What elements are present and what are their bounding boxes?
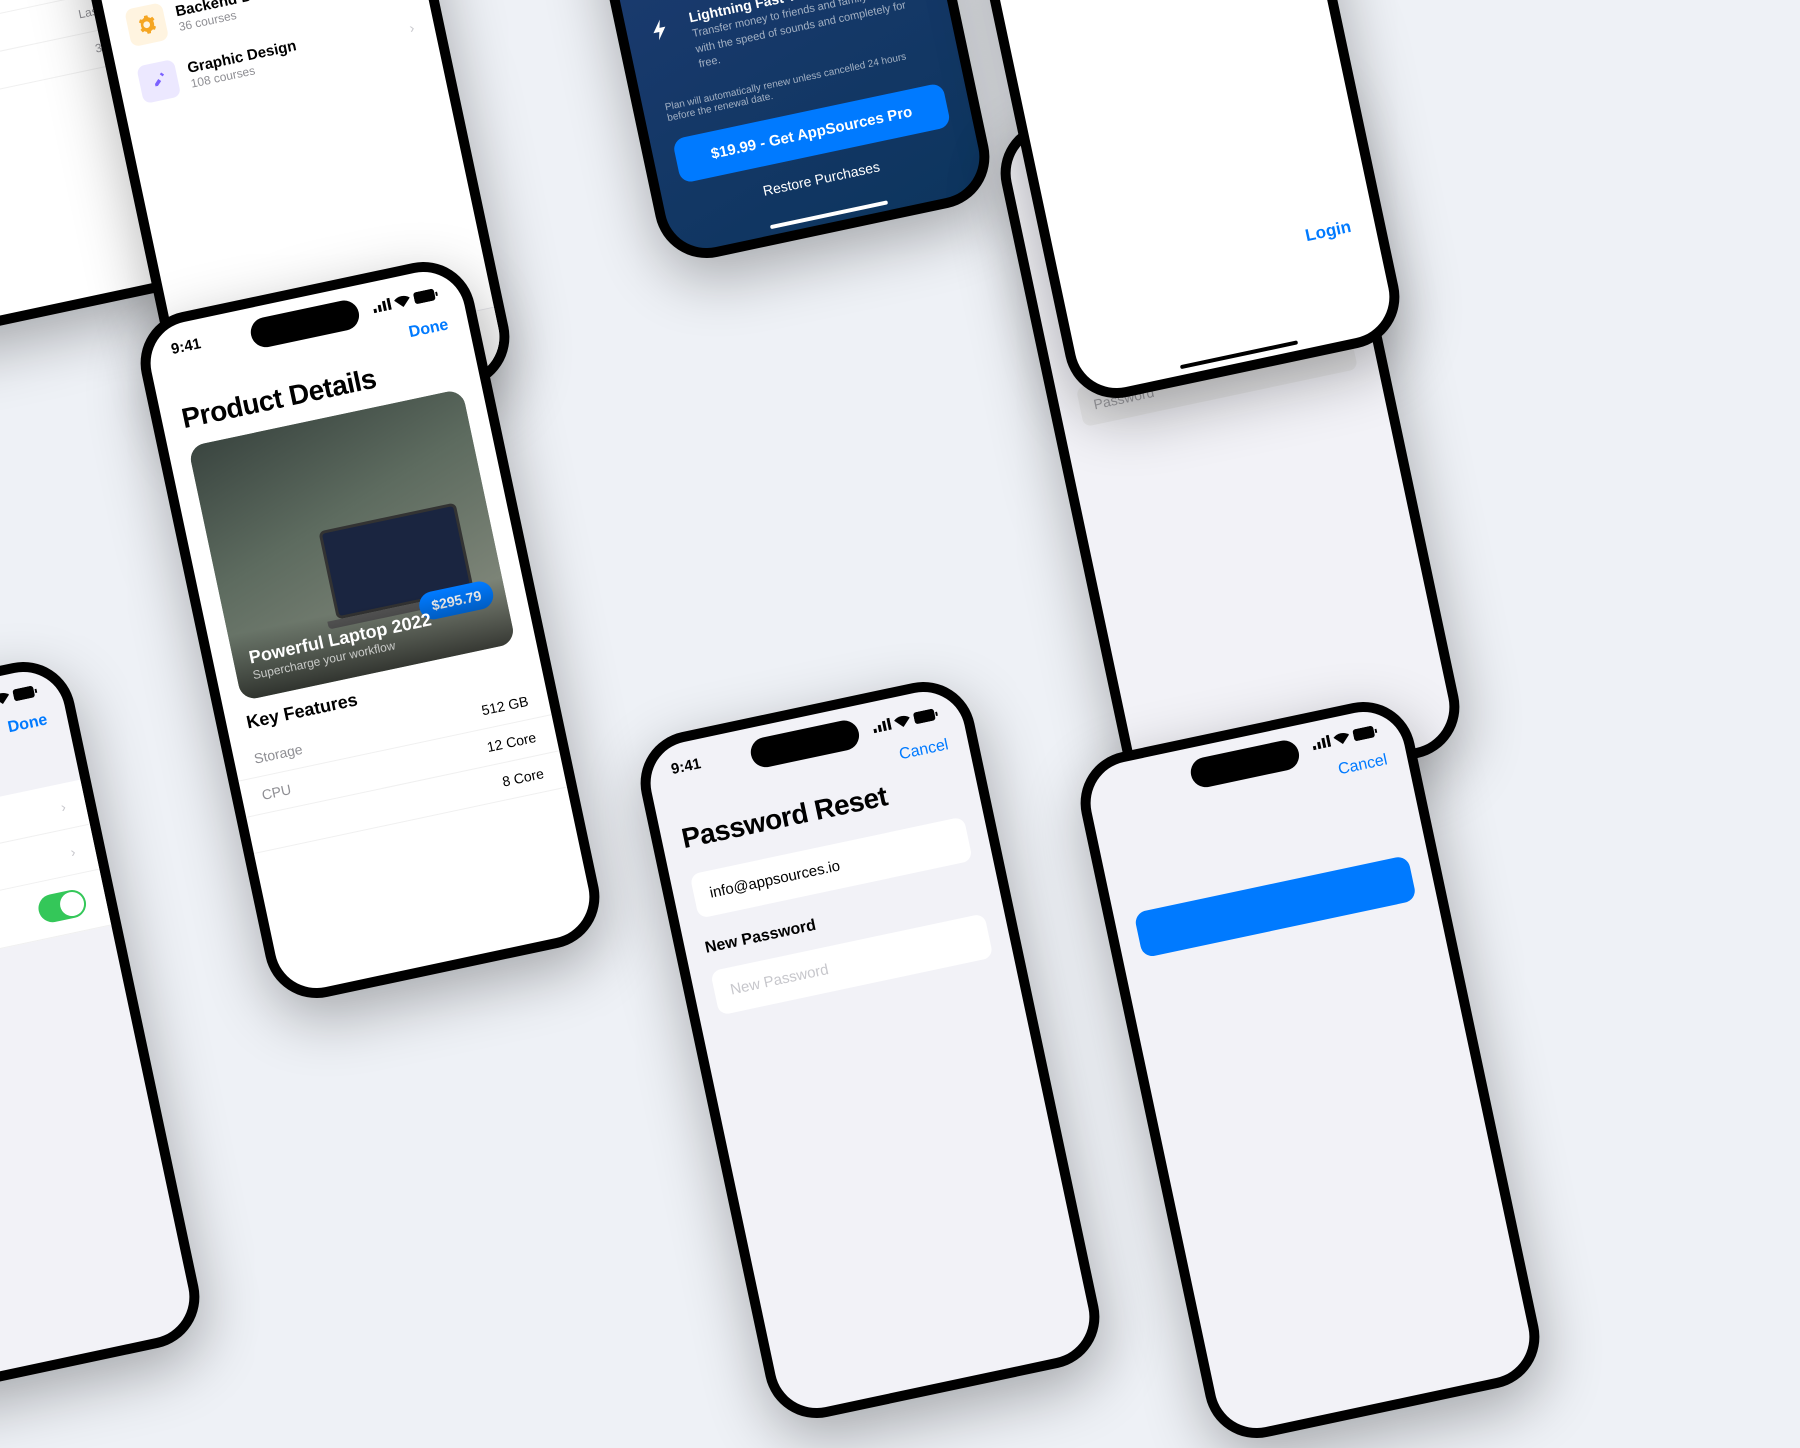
chevron-right-icon: › [59, 798, 67, 815]
battery-icon [413, 287, 439, 304]
done-button[interactable]: Done [407, 316, 450, 342]
product-details-screen: 9:41 Done Product Details $295.79 Powerf… [143, 264, 597, 996]
cta-fragment-screen: Cancel [1083, 704, 1537, 1436]
signal-icon [372, 297, 392, 312]
lightning-icon [647, 15, 680, 49]
wifi-icon [393, 293, 411, 308]
settings-screen: Done gs ation› count Details› nt Size [0, 664, 197, 1396]
brush-icon [136, 59, 181, 104]
status-time: 9:41 [670, 755, 703, 778]
cancel-button[interactable]: Cancel [898, 736, 950, 764]
done-button[interactable]: Done [6, 711, 49, 737]
password-reset-screen: 9:41 Cancel Password Reset info@appsourc… [643, 684, 1097, 1416]
battery-icon [12, 685, 38, 702]
gear-icon [124, 2, 169, 47]
wifi-icon [0, 691, 11, 706]
chevron-right-icon: › [69, 843, 77, 860]
wifi-icon [1333, 731, 1351, 746]
toggle-switch[interactable] [36, 887, 89, 924]
battery-icon [913, 707, 939, 724]
battery-icon [1352, 725, 1378, 742]
wifi-icon [893, 713, 911, 728]
settings-row[interactable]: nt Size [0, 870, 111, 992]
paywall-screen: Mobile Banking Reimagined 🎉 Innovative M… [533, 0, 987, 256]
cancel-button[interactable]: Cancel [1337, 751, 1389, 779]
status-time: 9:41 [170, 335, 203, 358]
signal-icon [1311, 735, 1331, 750]
chevron-right-icon: › [408, 19, 416, 36]
signal-icon [872, 717, 892, 732]
home-indicator [770, 200, 888, 229]
